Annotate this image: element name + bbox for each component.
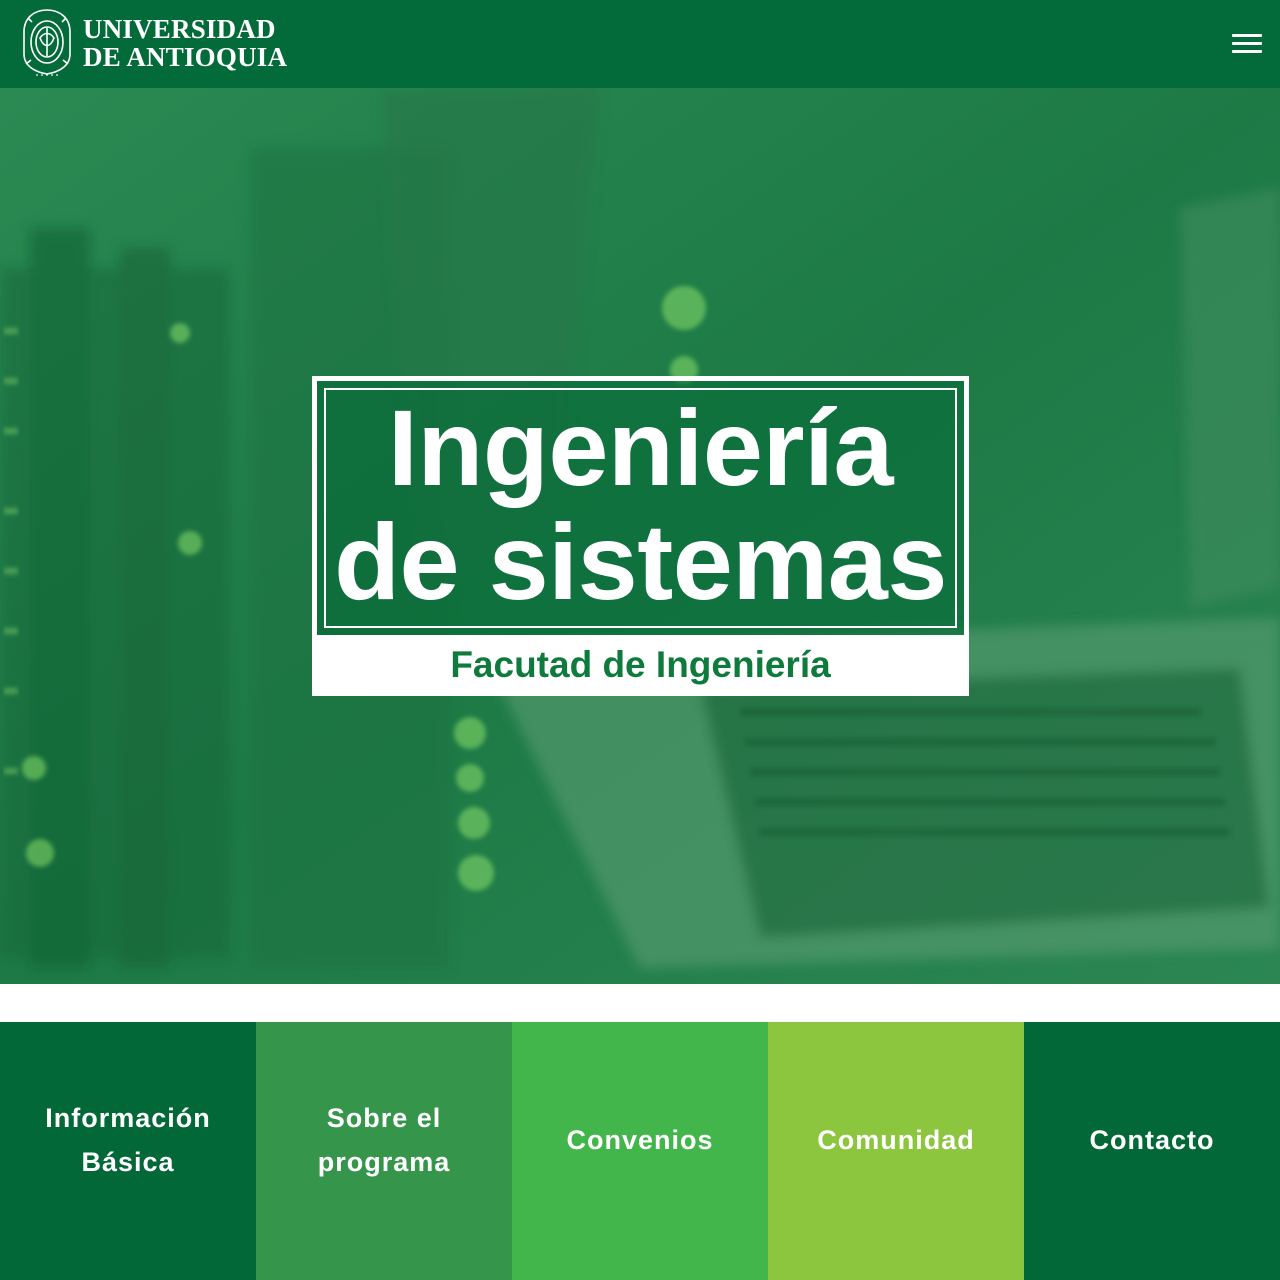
- nav-tile-comunidad[interactable]: Comunidad: [768, 1022, 1024, 1280]
- nav-tile-label: Sobre el programa: [317, 1103, 451, 1177]
- menu-bar: [1232, 34, 1262, 37]
- title-box: Ingeniería de sistemas: [312, 376, 969, 640]
- nav-tile-contacto[interactable]: Contacto: [1024, 1022, 1280, 1280]
- menu-bar: [1232, 42, 1262, 45]
- hamburger-menu-icon[interactable]: [1232, 32, 1262, 56]
- program-title-card: Ingeniería de sistemas Facutad de Ingeni…: [312, 376, 969, 696]
- program-title: Ingeniería de sistemas: [334, 387, 947, 622]
- logo-line-1: UNIVERSIDAD: [83, 14, 276, 44]
- logo-line-2: DE ANTIOQUIA: [83, 42, 288, 72]
- site-header: UNIVERSIDAD DE ANTIOQUIA: [0, 0, 1280, 88]
- section-nav: Información Básica Sobre el programa Con…: [0, 1022, 1280, 1280]
- nav-tile-label: Información Básica: [45, 1103, 211, 1177]
- university-logo[interactable]: UNIVERSIDAD DE ANTIOQUIA: [20, 8, 287, 78]
- nav-tile-label: Comunidad: [817, 1125, 975, 1155]
- nav-tile-informacion-basica[interactable]: Información Básica: [0, 1022, 256, 1280]
- nav-tile-convenios[interactable]: Convenios: [512, 1022, 768, 1280]
- university-seal-icon: [23, 9, 71, 76]
- nav-tile-label: Convenios: [566, 1125, 714, 1155]
- nav-tile-sobre-el-programa[interactable]: Sobre el programa: [256, 1022, 512, 1280]
- faculty-subtitle: Facutad de Ingeniería: [312, 640, 969, 696]
- menu-bar: [1232, 50, 1262, 53]
- hero-banner: Ingeniería de sistemas Facutad de Ingeni…: [0, 88, 1280, 984]
- nav-tile-label: Contacto: [1089, 1125, 1215, 1155]
- logo-text: UNIVERSIDAD DE ANTIOQUIA: [83, 15, 287, 71]
